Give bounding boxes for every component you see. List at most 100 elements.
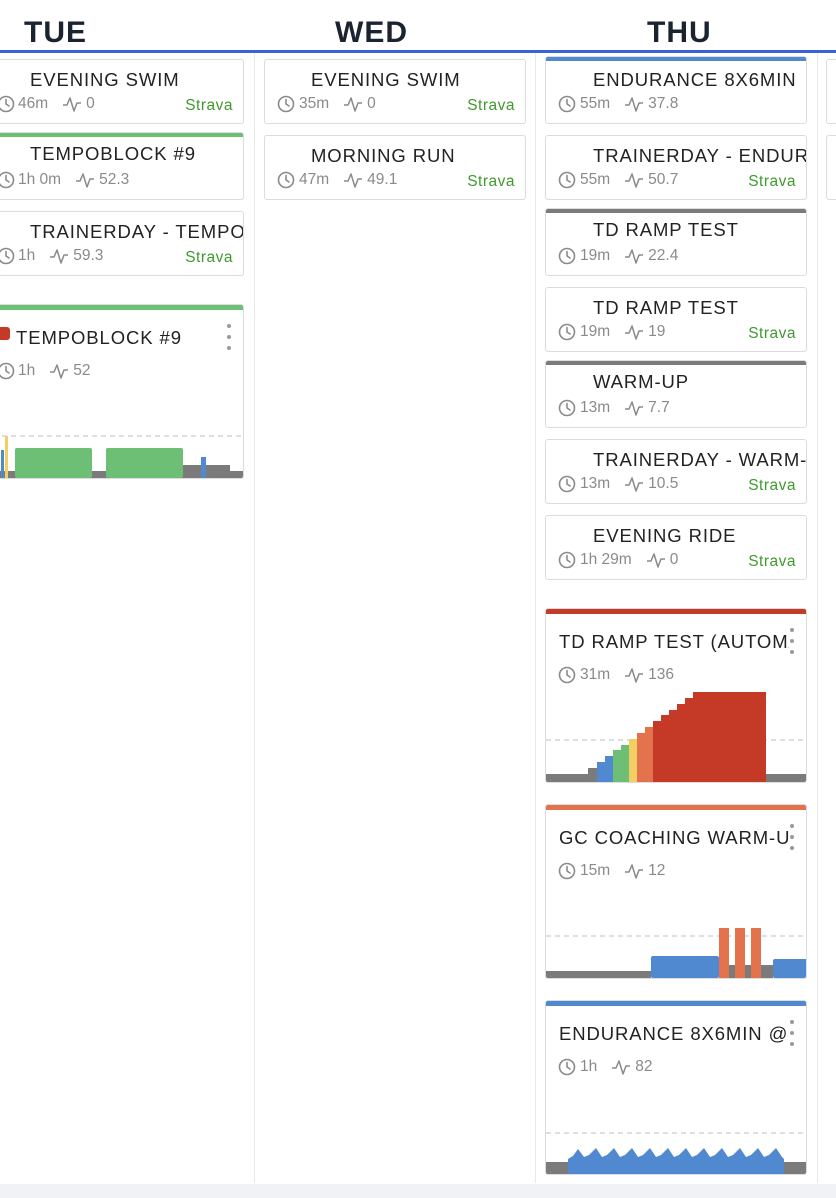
activity-card-trainerday-warm-up[interactable]: TRAINERDAY - WARM-UP 13m 10.5 Strava [545, 439, 807, 504]
intensity-bar [546, 57, 806, 61]
activity-icon [625, 864, 644, 879]
duration-text: 46m [18, 95, 49, 112]
strava-source[interactable]: Strava [748, 325, 796, 343]
activity-icon [344, 173, 363, 188]
workout-title: TEMPOBLOCK #9 [16, 327, 182, 348]
strava-source[interactable]: Strava [467, 97, 515, 115]
activity-card-evening-swim[interactable]: EVENING SWIM 35m 0 Strava [264, 59, 526, 124]
header-divider [0, 50, 836, 53]
completion-marker [0, 327, 10, 340]
activity-card-endurance[interactable]: ENDURANCE 8X6MIN 55m 37.8 [545, 56, 807, 124]
clock-icon [558, 247, 576, 265]
load-text: 22.4 [648, 247, 679, 264]
duration-text: 19m [580, 247, 611, 264]
clock-icon [558, 551, 576, 569]
duration-text: 1h 29m [580, 551, 632, 568]
activity-title: TRAINERDAY - WARM-UP [593, 449, 806, 470]
strava-source[interactable]: Strava [185, 249, 233, 267]
load-text: 7.7 [648, 399, 670, 416]
duration-text: 15m [580, 862, 611, 879]
activity-meta: 1h 59.3 [0, 247, 103, 265]
activity-card-td-ramp-test-strava[interactable]: TD RAMP TEST 19m 19 Strava [545, 287, 807, 352]
activity-card-partial[interactable] [826, 135, 836, 200]
activity-card-warm-up[interactable]: WARM-UP 13m 7.7 [545, 360, 807, 428]
strava-source[interactable]: Strava [748, 553, 796, 571]
activity-icon [625, 668, 644, 683]
activity-title: TRAINERDAY - TEMPOBLOCK #9 [30, 221, 243, 242]
footer-bar [0, 1184, 836, 1198]
activity-card-td-ramp-test[interactable]: TD RAMP TEST 19m 22.4 [545, 208, 807, 276]
load-text: 19 [648, 323, 666, 340]
planned-workout-card-tempoblock[interactable]: TEMPOBLOCK #9 1h 52 [0, 304, 244, 479]
load-text: 0 [86, 95, 95, 112]
activity-title: TEMPOBLOCK #9 [30, 143, 196, 164]
activity-meta: 55m 37.8 [558, 95, 678, 113]
duration-text: 1h 0m [18, 171, 62, 188]
duration-text: 55m [580, 95, 611, 112]
intensity-bar [546, 805, 806, 810]
load-text: 12 [648, 862, 666, 879]
activity-title: TRAINERDAY - ENDURANCE [593, 145, 806, 166]
activity-card-trainerday-tempoblock[interactable]: TRAINERDAY - TEMPOBLOCK #9 1h 59.3 Strav… [0, 211, 244, 276]
load-text: 52.3 [99, 171, 130, 188]
planned-workout-card-gc-warm-up[interactable]: GC COACHING WARM-UP 15m 12 [545, 804, 807, 979]
activity-card-tempoblock[interactable]: TEMPOBLOCK #9 1h 0m 52.3 [0, 132, 244, 200]
intensity-bar [546, 1001, 806, 1006]
load-text: 0 [367, 95, 376, 112]
clock-icon [558, 95, 576, 113]
load-text: 59.3 [73, 247, 104, 264]
intensity-bar [546, 609, 806, 614]
activity-meta: 35m 0 [277, 95, 376, 113]
activity-card-partial[interactable] [826, 59, 836, 124]
day-header-wed: WED [335, 16, 408, 49]
duration-text: 1h [18, 362, 36, 379]
column-separator [535, 53, 536, 1183]
activity-card-evening-swim[interactable]: EVENING SWIM 46m 0 Strava [0, 59, 244, 124]
activity-meta: 46m 0 [0, 95, 95, 113]
planned-workout-card-endurance[interactable]: ENDURANCE 8X6MIN @ 5 1h 82 [545, 1000, 807, 1175]
workout-meta: 1h 52 [0, 362, 91, 380]
workout-title: TD RAMP TEST (AUTOMATIC) [559, 631, 789, 652]
duration-text: 55m [580, 171, 611, 188]
load-text: 49.1 [367, 171, 398, 188]
more-options-icon[interactable] [789, 628, 795, 654]
duration-text: 19m [580, 323, 611, 340]
duration-text: 31m [580, 666, 611, 683]
more-options-icon[interactable] [789, 1020, 795, 1046]
clock-icon [558, 171, 576, 189]
workout-title: ENDURANCE 8X6MIN @ 5 [559, 1023, 789, 1044]
activity-meta: 1h 0m 52.3 [0, 171, 129, 189]
load-text: 82 [635, 1058, 653, 1075]
load-text: 10.5 [648, 475, 679, 492]
more-options-icon[interactable] [789, 824, 795, 850]
strava-source[interactable]: Strava [748, 477, 796, 495]
more-options-icon[interactable] [226, 324, 232, 350]
activity-meta: 55m 50.7 [558, 171, 678, 189]
activity-card-trainerday-endurance[interactable]: TRAINERDAY - ENDURANCE 55m 50.7 Strava [545, 135, 807, 200]
intensity-bar [0, 305, 243, 310]
load-text: 50.7 [648, 171, 679, 188]
clock-icon [558, 399, 576, 417]
strava-source[interactable]: Strava [185, 97, 233, 115]
load-text: 0 [669, 551, 679, 568]
clock-icon [558, 666, 576, 684]
planned-workout-card-ramp-test[interactable]: TD RAMP TEST (AUTOMATIC) 31m 136 [545, 608, 807, 783]
activity-meta: 1h 29m 0 [558, 551, 678, 569]
day-header-thu: THU [647, 16, 712, 49]
clock-icon [277, 95, 295, 113]
duration-text: 13m [580, 399, 611, 416]
activity-title: TD RAMP TEST [593, 297, 739, 318]
duration-text: 1h [18, 247, 36, 264]
strava-source[interactable]: Strava [467, 173, 515, 191]
activity-icon [625, 477, 644, 492]
activity-icon [625, 249, 644, 264]
column-separator [817, 53, 818, 1183]
activity-card-evening-ride[interactable]: EVENING RIDE 1h 29m 0 Strava [545, 515, 807, 580]
activity-title: TD RAMP TEST [593, 219, 739, 240]
activity-meta: 47m 49.1 [277, 171, 397, 189]
activity-card-morning-run[interactable]: MORNING RUN 47m 49.1 Strava [264, 135, 526, 200]
strava-source[interactable]: Strava [748, 173, 796, 191]
clock-icon [0, 95, 15, 113]
clock-icon [277, 171, 295, 189]
clock-icon [558, 1058, 576, 1076]
